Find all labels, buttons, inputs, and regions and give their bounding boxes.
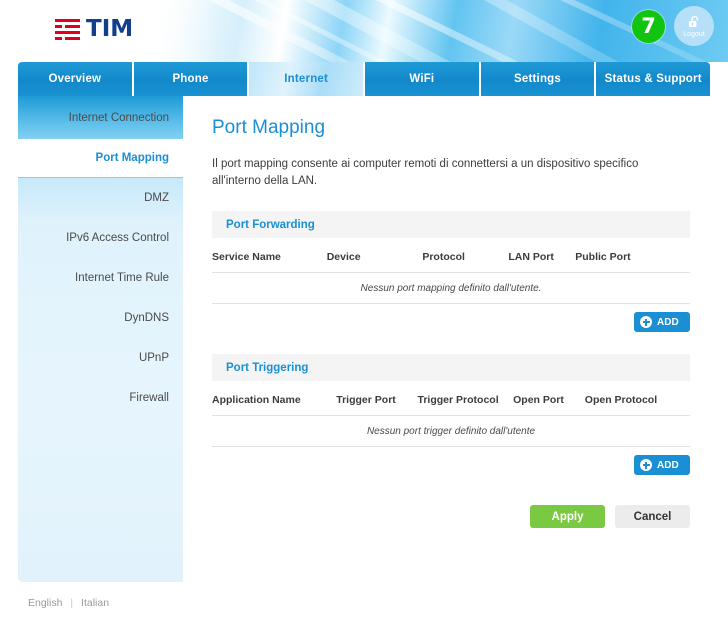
column-protocol: Protocol (422, 238, 509, 274)
column-service-name: Service Name (212, 238, 327, 274)
sidebar-item-firewall[interactable]: Firewall (18, 378, 183, 418)
sidebar-item-port-mapping[interactable]: Port Mapping (18, 138, 183, 178)
logout-label: Logout (683, 30, 705, 38)
page-description: Il port mapping consente ai computer rem… (212, 158, 639, 187)
table-row-empty: Nessun port trigger definito dall'utente (212, 415, 690, 448)
sidebar: Internet Connection Port Mapping DMZ IPv… (18, 96, 183, 582)
sidebar-item-label: IPv6 Access Control (66, 232, 169, 244)
add-port-forwarding-button[interactable]: ADD (634, 312, 690, 333)
column-open-protocol: Open Protocol (584, 381, 690, 417)
tab-internet[interactable]: Internet (249, 62, 366, 96)
sidebar-item-dmz[interactable]: DMZ (18, 178, 183, 218)
add-button-label: ADD (657, 459, 679, 471)
main-navigation: Overview Phone Internet WiFi Settings St… (18, 62, 710, 96)
plus-icon (640, 316, 652, 329)
column-open-port: Open Port (513, 381, 585, 417)
sidebar-item-upnp[interactable]: UPnP (18, 338, 183, 378)
column-trigger-port: Trigger Port (336, 381, 418, 417)
add-port-triggering-button[interactable]: ADD (634, 455, 690, 476)
column-lan-port: LAN Port (508, 238, 576, 274)
sidebar-item-label: DynDNS (124, 312, 169, 324)
tab-phone[interactable]: Phone (133, 62, 250, 96)
tab-wifi[interactable]: WiFi (365, 62, 481, 96)
column-public-port: Public Port (575, 238, 690, 274)
column-device: Device (326, 238, 423, 274)
sidebar-item-label: Internet Time Rule (75, 272, 169, 284)
column-trigger-protocol: Trigger Protocol (417, 381, 514, 417)
table-header-row: Service Name Device Protocol LAN Port Pu… (212, 238, 690, 274)
port-triggering-empty-message: Nessun port trigger definito dall'utente (212, 415, 690, 448)
tab-overview[interactable]: Overview (18, 62, 134, 96)
column-application-name: Application Name (212, 381, 337, 417)
sidebar-item-label: Port Mapping (95, 152, 169, 164)
port-triggering-heading: Port Triggering (212, 354, 690, 382)
header-right-controls: 7 Logout (632, 6, 714, 46)
add-button-label: ADD (657, 316, 679, 328)
status-badge: 7 (632, 9, 665, 43)
cancel-button[interactable]: Cancel (615, 505, 690, 529)
open-padlock-icon (688, 15, 698, 27)
tab-settings[interactable]: Settings (480, 62, 597, 96)
tim-logo[interactable]: TIM (55, 18, 133, 41)
language-english-link[interactable]: English (28, 597, 62, 609)
port-forwarding-heading: Port Forwarding (212, 211, 690, 239)
port-triggering-table: Application Name Trigger Port Trigger Pr… (212, 381, 690, 448)
port-forwarding-empty-message: Nessun port mapping definito dall'utente… (212, 272, 690, 305)
sidebar-item-label: Internet Connection (68, 112, 169, 124)
apply-button[interactable]: Apply (530, 505, 605, 529)
tim-logo-text: TIM (86, 16, 134, 42)
footer-language-switcher: English | Italian (28, 597, 109, 609)
content-panel: Internet Connection Port Mapping DMZ IPv… (18, 96, 710, 582)
sidebar-item-internet-connection[interactable]: Internet Connection (18, 98, 183, 138)
language-italian-link[interactable]: Italian (81, 597, 109, 609)
main-content: Port Mapping Il port mapping consente ai… (183, 96, 710, 582)
sidebar-item-label: UPnP (138, 352, 169, 364)
page-header: TIM 7 Logout (0, 0, 728, 62)
form-actions: Apply Cancel (212, 505, 690, 529)
logout-button[interactable]: Logout (674, 6, 714, 46)
plus-icon (640, 459, 652, 472)
router-admin-page: TIM 7 Logout Overview Phone Internet WiF… (0, 0, 728, 622)
sidebar-item-dyndns[interactable]: DynDNS (18, 298, 183, 338)
tab-status-support[interactable]: Status & Support (596, 62, 710, 96)
port-forwarding-table: Service Name Device Protocol LAN Port Pu… (212, 238, 690, 305)
tim-logo-bars-icon (55, 18, 80, 41)
port-triggering-table-footer: ADD (212, 447, 690, 476)
sidebar-item-label: DMZ (144, 192, 169, 204)
table-row-empty: Nessun port mapping definito dall'utente… (212, 272, 690, 305)
port-triggering-section: Port Triggering Application Name Trigger… (212, 354, 690, 476)
page-title: Port Mapping (212, 117, 326, 138)
footer-divider: | (70, 597, 74, 609)
port-forwarding-table-footer: ADD (212, 304, 690, 333)
port-forwarding-section: Port Forwarding Service Name Device Prot… (212, 211, 690, 333)
table-header-row: Application Name Trigger Port Trigger Pr… (212, 381, 690, 417)
sidebar-item-internet-time-rule[interactable]: Internet Time Rule (18, 258, 183, 298)
sidebar-item-ipv6-access-control[interactable]: IPv6 Access Control (18, 218, 183, 258)
sidebar-item-label: Firewall (129, 392, 169, 404)
